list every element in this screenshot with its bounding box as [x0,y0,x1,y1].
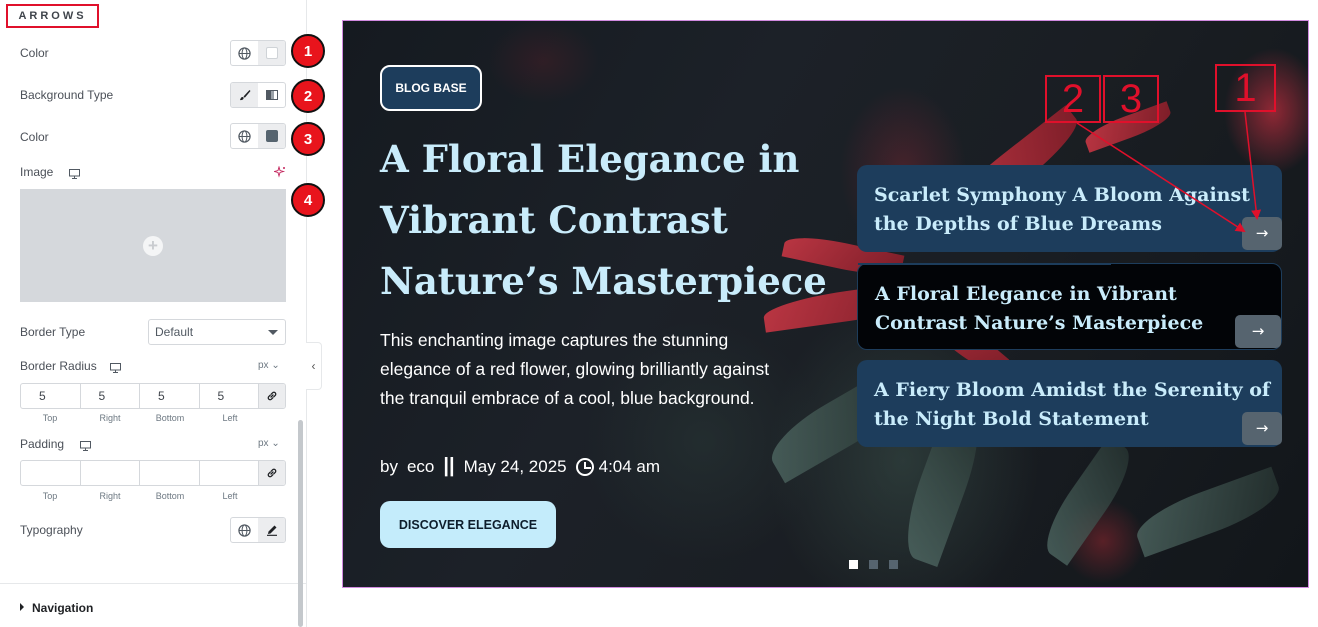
leaf-decoration [1034,436,1142,566]
slide-card-3[interactable]: A Fiery Bloom Amidst the Serenity of the… [857,360,1282,447]
desktop-icon[interactable] [80,438,91,456]
global-icon[interactable] [231,518,258,542]
side-label-bottom: Bottom [155,491,185,501]
image-label: Image [20,165,54,179]
color-label: Color [20,46,49,60]
chevron-down-icon [268,330,278,335]
link-values-icon[interactable] [259,461,285,485]
slide-card-1[interactable]: Scarlet Symphony A Bloom Against the Dep… [857,165,1282,252]
color-2-control[interactable] [230,123,286,149]
side-label-right: Right [99,413,121,423]
image-picker[interactable]: + [20,189,286,302]
color-2-label: Color [20,130,49,144]
desktop-icon[interactable] [69,166,80,184]
color-swatch-slate[interactable] [258,124,285,148]
slider-pagination [849,560,898,569]
annotation-label-1: 1 [1215,64,1276,112]
arrow-right-button[interactable]: → [1242,217,1282,250]
border-radius-inputs: 5 5 5 5 [20,383,286,409]
brush-icon[interactable] [231,83,258,107]
chevron-left-icon: ‹ [311,359,316,373]
clock-icon [575,457,594,476]
category-badge[interactable]: BLOG BASE [380,65,482,111]
navigation-section-toggle[interactable]: Navigation [20,601,93,615]
section-divider [0,583,307,584]
edit-pencil-icon[interactable] [258,518,285,542]
padding-inputs [20,460,286,486]
slide-card-2[interactable]: A Floral Elegance in Vibrant Contrast Na… [857,263,1282,350]
arrow-right-icon: → [1255,419,1269,437]
global-icon[interactable] [231,41,258,65]
badge-1: 1 [291,34,325,68]
global-icon[interactable] [231,124,258,148]
meta-time: 4:04 am [598,456,661,476]
border-radius-right-input[interactable]: 5 [81,384,140,408]
border-radius-label: Border Radius [20,359,97,373]
side-label-bottom: Bottom [155,413,185,423]
side-label-left: Left [222,491,238,501]
border-radius-unit-select[interactable]: px ⌄ [258,360,280,371]
padding-unit-select[interactable]: px ⌄ [258,438,280,449]
border-type-select[interactable]: Default [148,319,286,345]
link-values-icon[interactable] [259,384,285,408]
color-control[interactable] [230,40,286,66]
side-label-top: Top [42,491,58,501]
padding-label: Padding [20,437,65,451]
badge-2: 2 [291,79,325,113]
pagination-dot[interactable] [849,560,858,569]
arrow-right-button[interactable]: → [1235,315,1281,348]
badge-4: 4 [291,183,325,217]
desktop-icon[interactable] [110,360,121,378]
hero-title[interactable]: A Floral Elegance in Vibrant Contrast Na… [380,129,850,312]
annotation-label-3: 3 [1103,75,1159,123]
color-swatch-white[interactable] [258,41,285,65]
arrow-right-icon: → [1251,322,1265,340]
caret-right-icon [20,603,24,611]
pagination-dot[interactable] [869,560,878,569]
add-image-icon[interactable]: + [143,235,163,256]
padding-top-input[interactable] [21,461,81,485]
post-meta: by eco || May 24, 2025 4:04 am [380,455,660,478]
padding-bottom-input[interactable] [140,461,200,485]
arrow-right-icon: → [1255,224,1269,242]
border-radius-top-input[interactable]: 5 [21,384,81,408]
meta-by: by [380,456,398,476]
border-type-value: Default [155,325,194,339]
gradient-icon[interactable] [258,83,285,107]
panel-scrollbar[interactable] [298,420,303,627]
annotation-label-2: 2 [1045,75,1101,123]
background-type-control[interactable] [230,82,286,108]
typography-control[interactable] [230,517,286,543]
progress-bar [858,263,1111,265]
collapse-panel-button[interactable]: ‹ [306,342,322,390]
background-type-label: Background Type [20,88,114,102]
border-type-label: Border Type [20,325,86,339]
meta-separator: || [443,455,455,477]
slide-card-title: A Fiery Bloom Amidst the Serenity of the… [874,379,1271,430]
border-radius-side-labels: Top Right Bottom Left [20,413,260,423]
typography-label: Typography [20,523,83,537]
slide-card-title: A Floral Elegance in Vibrant Contrast Na… [875,283,1204,334]
side-label-left: Left [222,413,238,423]
padding-side-labels: Top Right Bottom Left [20,491,260,501]
arrow-right-button[interactable]: → [1242,412,1282,445]
border-radius-left-input[interactable]: 5 [200,384,259,408]
border-radius-bottom-input[interactable]: 5 [140,384,200,408]
side-label-right: Right [99,491,121,501]
style-panel: ARROWS Color 1 Background Type 2 Color 3… [0,0,325,627]
slide-card-title: Scarlet Symphony A Bloom Against the Dep… [874,184,1250,235]
badge-3: 3 [291,122,325,156]
side-label-top: Top [42,413,58,423]
padding-right-input[interactable] [81,461,140,485]
slider-preview: BLOG BASE A Floral Elegance in Vibrant C… [342,20,1309,588]
section-title-arrows[interactable]: ARROWS [6,4,99,28]
discover-button[interactable]: DISCOVER ELEGANCE [380,501,556,548]
ai-sparkle-icon[interactable] [272,165,286,183]
leaf-decoration [1130,466,1286,558]
hero-description: This enchanting image captures the stunn… [380,330,770,408]
meta-date: May 24, 2025 [463,456,567,476]
meta-author[interactable]: eco [407,457,434,477]
padding-left-input[interactable] [200,461,259,485]
pagination-dot[interactable] [889,560,898,569]
